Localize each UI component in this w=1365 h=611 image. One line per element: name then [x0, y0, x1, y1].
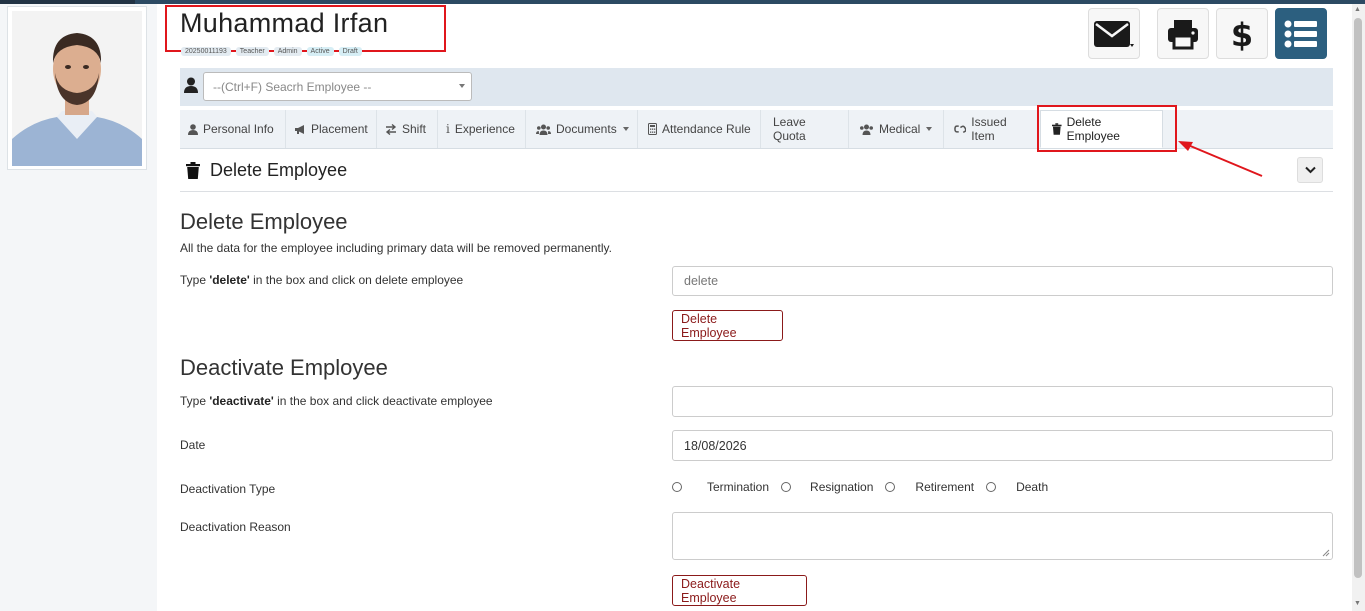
exchange-icon: [385, 123, 397, 135]
profile-photo: [12, 11, 142, 166]
deactivation-reason-label: Deactivation Reason: [180, 520, 291, 534]
dollar-icon: $: [1231, 17, 1253, 51]
label-post: in the box and click deactivate employee: [273, 394, 493, 408]
tab-attendance-rule[interactable]: Attendance Rule: [638, 110, 761, 148]
section-header: Delete Employee: [186, 160, 347, 181]
users-icon: [860, 124, 873, 135]
tab-leave-quota[interactable]: Leave Quota: [761, 110, 849, 148]
delete-description: All the data for the employee including …: [180, 241, 612, 255]
tab-label: Issued Item: [971, 115, 1007, 143]
radio-label-death: Death: [1016, 480, 1049, 494]
delete-input-placeholder: delete: [684, 274, 719, 288]
badge-status: Active: [306, 47, 334, 56]
scroll-down-icon[interactable]: ▼: [1354, 600, 1361, 607]
tab-label: Placement: [311, 122, 368, 136]
collapse-button[interactable]: [1297, 157, 1323, 183]
payment-button[interactable]: $: [1216, 8, 1268, 59]
radio-termination[interactable]: [672, 482, 682, 492]
delete-employee-button[interactable]: Delete Employee: [672, 310, 783, 341]
info-icon: i: [446, 122, 450, 136]
deactivate-heading: Deactivate Employee: [180, 355, 388, 380]
date-value: 18/08/2026: [684, 438, 747, 453]
calculator-icon: [648, 123, 657, 135]
employee-badges: 20250011193 Teacher Admin Active Draft: [181, 47, 362, 56]
tab-issued-item[interactable]: Issued Item: [944, 110, 1039, 148]
radio-resignation[interactable]: [781, 482, 792, 492]
tab-highlight-box: [1037, 105, 1177, 152]
tab-personal-info[interactable]: Personal Info: [180, 110, 286, 148]
svg-text:$: $: [1231, 17, 1253, 51]
chevron-down-icon: [1304, 166, 1316, 174]
search-placeholder: --(Ctrl+F) Seacrh Employee --: [213, 80, 372, 94]
label-pre: Type: [180, 394, 210, 408]
deactivate-confirm-input[interactable]: [672, 386, 1333, 417]
chevron-down-icon: [459, 84, 465, 88]
name-highlight-box: [165, 5, 446, 52]
unlink-icon: [954, 125, 967, 134]
date-label: Date: [180, 438, 206, 452]
user-icon: [184, 77, 198, 93]
radio-label-retirement: Retirement: [915, 480, 975, 494]
tab-label: Personal Info: [203, 122, 274, 136]
badge-employee-id: 20250011193: [181, 47, 231, 56]
users-icon: [536, 124, 551, 135]
date-field[interactable]: 18/08/2026: [672, 430, 1333, 461]
section-title: Delete Employee: [210, 160, 348, 180]
label-pre: Type: [180, 273, 210, 287]
bullhorn-icon: [295, 124, 304, 134]
resize-grip-icon: [1322, 549, 1330, 557]
envelope-icon: [1094, 20, 1134, 47]
tab-label: Leave Quota: [773, 115, 806, 143]
scroll-up-icon[interactable]: ▲: [1354, 6, 1361, 13]
radio-retirement[interactable]: [885, 482, 896, 492]
list-icon: [1284, 20, 1317, 47]
badge-role-admin: Admin: [273, 47, 302, 56]
tab-label: Attendance Rule: [662, 122, 751, 136]
user-icon: [188, 123, 198, 135]
printer-icon: [1168, 19, 1198, 49]
chevron-down-icon: [926, 127, 933, 131]
deactivation-type-label: Deactivation Type: [180, 482, 276, 496]
tab-label: Shift: [402, 122, 427, 136]
tab-label: Experience: [454, 122, 515, 136]
menu-list-button[interactable]: [1275, 8, 1327, 59]
tab-shift[interactable]: Shift: [377, 110, 438, 148]
badge-role: Teacher: [235, 47, 269, 56]
deactivation-type-group: Termination Resignation Retirement Death: [672, 480, 1048, 494]
trash-icon: [186, 162, 200, 179]
employee-search-select[interactable]: --(Ctrl+F) Seacrh Employee --: [203, 72, 472, 101]
delete-instruction: Type 'delete' in the box and click on de…: [180, 273, 463, 287]
tab-documents[interactable]: Documents: [526, 110, 638, 148]
tab-medical[interactable]: Medical: [849, 110, 944, 148]
label-keyword: 'delete': [209, 273, 250, 287]
profile-photo-card: [7, 6, 147, 170]
deactivate-employee-button[interactable]: Deactivate Employee: [672, 575, 807, 606]
deactivation-reason-textarea[interactable]: [672, 512, 1333, 560]
chevron-down-icon: [622, 127, 629, 131]
deactivate-instruction: Type 'deactivate' in the box and click d…: [180, 394, 493, 408]
print-button[interactable]: [1157, 8, 1209, 59]
label-keyword: 'deactivate': [209, 394, 274, 408]
tab-label: Medical: [879, 122, 921, 136]
delete-confirm-input[interactable]: delete: [672, 266, 1333, 296]
tab-placement[interactable]: Placement: [286, 110, 377, 148]
tab-label: Documents: [556, 122, 617, 136]
tab-experience[interactable]: i Experience: [438, 110, 526, 148]
label-post: in the box and click on delete employee: [249, 273, 464, 287]
radio-label-resignation: Resignation: [810, 480, 874, 494]
radio-death[interactable]: [986, 482, 997, 492]
scrollbar-thumb[interactable]: [1354, 18, 1362, 578]
email-button[interactable]: [1088, 8, 1140, 59]
section-divider: [180, 191, 1333, 192]
delete-heading: Delete Employee: [180, 209, 348, 234]
radio-label-termination: Termination: [707, 480, 770, 494]
badge-draft: Draft: [338, 47, 362, 56]
